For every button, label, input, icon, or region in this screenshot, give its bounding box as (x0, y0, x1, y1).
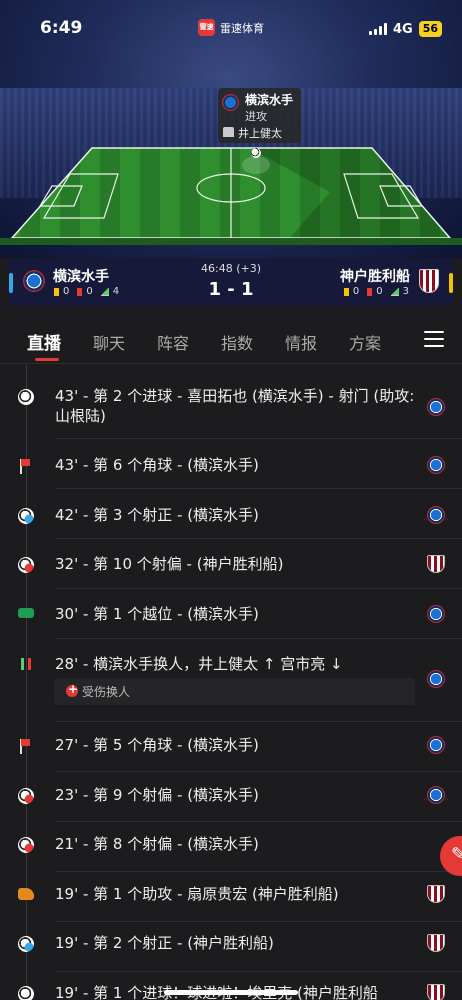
corner-icon (390, 287, 399, 296)
yokohama-logo-icon (222, 94, 239, 111)
event-popup: 横滨水手 进攻 井上健太 (218, 88, 301, 143)
event-text: 43' - 第 2 个进球 - 喜田拓也 (横滨水手) - 射门 (助攻: 山根… (55, 387, 415, 425)
yokohama-logo-icon (427, 736, 445, 754)
event-text: 21' - 第 8 个射偏 - (横滨水手) (55, 835, 259, 853)
injury-icon (66, 682, 78, 697)
event-text: 43' - 第 6 个角球 - (横滨水手) (55, 456, 259, 474)
event-text: 23' - 第 9 个射偏 - (横滨水手) (55, 786, 259, 804)
tab-plans[interactable]: 方案 (349, 330, 381, 354)
yokohama-logo-icon (427, 456, 445, 474)
yokohama-logo-icon (427, 670, 445, 688)
divider (55, 538, 462, 539)
away-stats: 0 0 3 (343, 286, 409, 297)
away-yellow-count: 0 (352, 286, 360, 297)
ball-icon (251, 148, 261, 158)
status-bar: 6:49 雷速 雷速体育 4G 56 (0, 0, 462, 40)
divider (55, 588, 462, 589)
shot-on-target-icon (18, 508, 34, 524)
event-text: 27' - 第 5 个角球 - (横滨水手) (55, 736, 259, 754)
live-event-feed[interactable]: 43' - 第 2 个进球 - 喜田拓也 (横滨水手) - 射门 (助攻: 山根… (0, 365, 462, 1000)
scoreboard: 横滨水手 0 0 4 46:48 (+3) 1 - 1 神户胜利船 0 0 3 (9, 259, 453, 306)
away-red-count: 0 (376, 286, 383, 297)
popup-player: 井上健太 (238, 127, 282, 140)
tab-lineup[interactable]: 阵容 (157, 330, 189, 354)
corner-flag-icon (18, 458, 34, 474)
status-app-name: 雷速体育 (220, 21, 264, 35)
divider (55, 638, 462, 639)
kobe-logo-icon (427, 984, 445, 1000)
home-indicator[interactable] (164, 990, 298, 995)
substitution-icon (18, 656, 34, 672)
popup-team: 横滨水手 (245, 93, 294, 107)
kobe-logo-icon (427, 555, 445, 573)
divider (55, 971, 462, 972)
network-type: 4G (392, 21, 413, 37)
shot-off-target-icon (18, 557, 34, 573)
ball-highlight (242, 156, 270, 174)
substitution-note: 受伤换人 (54, 678, 415, 705)
goal-icon (18, 986, 34, 1000)
shot-off-target-icon (18, 788, 34, 804)
event-text: 30' - 第 1 个越位 - (横滨水手) (55, 605, 259, 623)
event-text: 28' - 横滨水手换人，井上健太 ↑ 宫市亮 ↓ (55, 655, 343, 673)
event-text: 42' - 第 3 个射正 - (横滨水手) (55, 506, 259, 524)
yokohama-logo-icon (427, 506, 445, 524)
menu-icon[interactable] (424, 331, 444, 347)
app-logo-icon: 雷速 (198, 19, 215, 36)
divider (55, 771, 462, 772)
tab-intel[interactable]: 情报 (285, 330, 317, 354)
divider (55, 871, 462, 872)
status-time: 6:49 (40, 18, 83, 38)
signal-icon (368, 23, 387, 35)
status-icons: 4G 56 (368, 21, 442, 37)
yellow-card-icon (343, 287, 349, 296)
kobe-logo-icon[interactable] (419, 269, 439, 293)
pitch (0, 147, 462, 245)
goal-icon (18, 389, 34, 405)
red-card-icon (367, 287, 373, 296)
away-corner-count: 3 (402, 286, 409, 297)
tab-odds[interactable]: 指数 (221, 330, 253, 354)
event-text: 19' - 第 1 个助攻 - 扇原贵宏 (神户胜利船) (55, 885, 339, 903)
shot-on-target-icon (18, 936, 34, 952)
event-text: 19' - 第 2 个射正 - (神户胜利船) (55, 934, 274, 952)
popup-action: 进攻 (245, 110, 267, 123)
tab-live[interactable]: 直播 (27, 329, 61, 354)
away-team-name[interactable]: 神户胜利船 (340, 266, 410, 286)
battery-icon: 56 (418, 21, 442, 37)
divider (55, 721, 462, 722)
event-text: 32' - 第 10 个射偏 - (神户胜利船) (55, 555, 284, 573)
shirt-icon (223, 127, 234, 137)
divider (55, 488, 462, 489)
yokohama-logo-icon (427, 605, 445, 623)
divider (55, 438, 462, 439)
yokohama-logo-icon (427, 786, 445, 804)
yokohama-logo-icon (427, 398, 445, 416)
divider (55, 921, 462, 922)
assist-boot-icon (18, 888, 34, 900)
offside-icon (18, 608, 34, 618)
corner-flag-icon (18, 738, 34, 754)
active-tab-indicator (35, 358, 59, 361)
shot-off-target-icon (18, 837, 34, 853)
kobe-logo-icon (427, 934, 445, 952)
away-color-indicator (449, 273, 453, 293)
tab-bar: 直播 聊天 阵容 指数 情报 方案 (0, 316, 462, 364)
substitution-note-text: 受伤换人 (82, 685, 131, 699)
tab-chat[interactable]: 聊天 (93, 330, 125, 354)
kobe-logo-icon (427, 885, 445, 903)
status-app-indicator: 雷速 雷速体育 (198, 19, 264, 36)
divider (55, 821, 462, 822)
